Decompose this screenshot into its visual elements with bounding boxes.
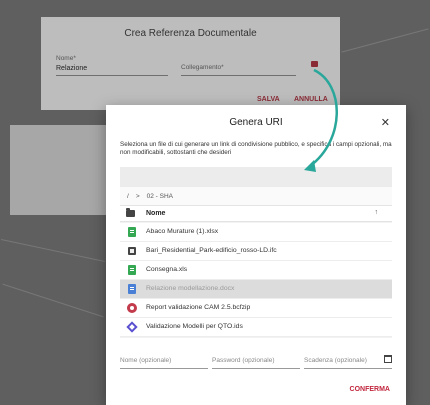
arrow-path: [309, 68, 338, 168]
callout-arrow-icon: [304, 68, 338, 172]
arrow-head: [304, 160, 316, 172]
